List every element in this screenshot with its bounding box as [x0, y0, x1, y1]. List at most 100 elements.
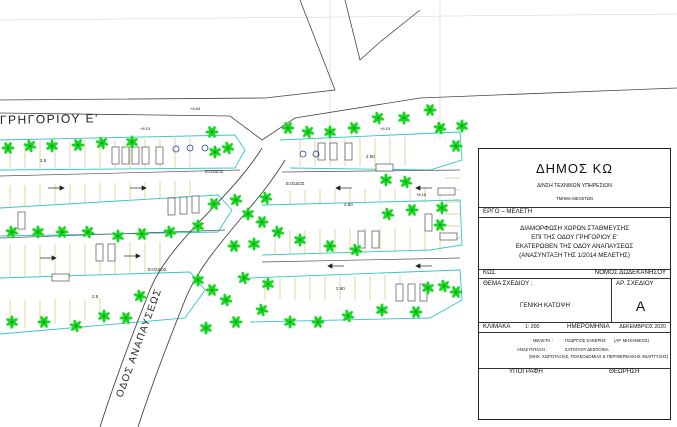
- tree-icon: [112, 229, 124, 243]
- tree-icon: [456, 119, 468, 133]
- exit-label: ΕΞΟΔΟΣ: [148, 267, 167, 272]
- date-label: ΗΜΕΡΟΜΗΝΙΑ: [567, 323, 610, 330]
- tree-icon: [227, 240, 241, 252]
- tree-icon: [399, 175, 413, 189]
- tree-icon: [409, 306, 423, 318]
- tree-icon: [347, 122, 361, 134]
- width-label: 2.50: [366, 154, 375, 159]
- tree-icon: [281, 122, 295, 134]
- grid-lines: [0, 0, 677, 140]
- tree-icon: [163, 225, 177, 239]
- project-label: ΕΡΓΟ – ΜΕΛΕΤΗ: [483, 208, 533, 215]
- tree-icon: [381, 207, 395, 221]
- tree-icon: [55, 226, 69, 238]
- road-label-grigoriou: ΓΡΗΓΟΡΙΟΥ Ε': [0, 111, 99, 127]
- header-section: ΔΗΜΟΣ ΚΩ Δ/ΝΣΗ ΤΕΧΝΙΚΩΝ ΥΠΗΡΕΣΙΩΝ ΤΜΗΜΑ …: [479, 149, 670, 208]
- road-label-anapafseos: ΟΔΟΣ ΑΝΑΠΑΥΣΕΩΣ: [114, 287, 164, 399]
- scale-value: 1: 200: [525, 324, 540, 330]
- tree-icon: [311, 316, 325, 328]
- tree-icon: [71, 139, 85, 151]
- level-label: +8.15: [140, 126, 151, 131]
- signature-label: ΥΠΟΓΡΑΦΗ: [509, 368, 543, 375]
- tree-icon: [449, 286, 463, 298]
- place-label: ΚΩΣ: [483, 269, 496, 276]
- tree-icon: [205, 126, 219, 138]
- tree-icon: [81, 225, 95, 239]
- tree-icon: [237, 271, 251, 285]
- scale-label: ΚΛΙΜΑΚΑ: [483, 323, 511, 330]
- accessible-parking-icon: [172, 144, 320, 158]
- drawing-subject: ΓΕΝΙΚΗ ΚΑΤΟΨΗ: [520, 302, 570, 309]
- directorate-label: Δ/ΝΣΗ ΤΕΧΝΙΚΩΝ ΥΠΗΡΕΣΙΩΝ: [537, 183, 612, 189]
- staff-section: ΜΕΛΕΤΗ : ΓΕΩΡΓΙΟΣ ΣΑΚΕΡΗΣ (ΑΡ. ΜΗΧΑΝΙΚΟΣ…: [479, 332, 670, 369]
- tree-icon: [376, 303, 388, 317]
- municipality-title: ΔΗΜΟΣ ΚΩ: [535, 161, 614, 176]
- tree-icon: [192, 273, 204, 287]
- study-role: (ΑΡ. ΜΗΧΑΝΙΚΟΣ): [614, 338, 649, 343]
- road-boundaries: [0, 0, 677, 141]
- width-label: 2.5: [92, 294, 99, 299]
- tree-icon: [219, 293, 233, 307]
- revision-role: (ΜΗΧ. ΧΩΡΟΤΑΞΙΑΣ, ΠΟΛΕΟΔΟΜΙΑΣ & ΠΕΡΙΦΕΡΕ…: [529, 354, 669, 359]
- exit-label: ΕΞΟΔΟΣ: [205, 169, 224, 174]
- study-label: ΜΕΛΕΤΗ :: [533, 338, 553, 343]
- tree-icon: [5, 225, 19, 239]
- revision-name: ΣΑΤΟΓΛΟΥ ΔΕΣΠΟΙΝΑ: [565, 347, 609, 352]
- tree-icon: [1, 142, 15, 154]
- width-label: 2.50: [336, 286, 345, 291]
- tree-icon: [437, 279, 451, 293]
- tree-icon: [221, 141, 235, 155]
- drawing-number: Α: [635, 298, 646, 314]
- tree-icon: [37, 316, 51, 328]
- tree-icon: [207, 198, 221, 210]
- width-label: 2.5: [40, 158, 47, 163]
- tree-icon: [135, 228, 149, 240]
- tree-icon: [200, 321, 212, 335]
- tree-icon: [294, 233, 306, 247]
- project-line: ΕΚΑΤΕΡΩΘΕΝ ΤΗΣ ΟΔΟΥ ΑΝΑΠΑΥΣΕΩΣ: [515, 243, 634, 250]
- tree-icon: [133, 289, 147, 303]
- level-label: +8.15: [380, 126, 391, 131]
- signature-row: ΥΠΟΓΡΑΦΗ ΘΕΩΡΗΣΗ: [479, 368, 670, 377]
- exit-label: ΕΞΟΔΟΣ: [286, 181, 305, 186]
- tree-icon: [6, 315, 18, 329]
- tree-icon: [324, 125, 336, 139]
- approval-label: ΘΕΩΡΗΣΗ: [609, 368, 640, 375]
- tree-icon: [262, 277, 274, 291]
- title-block: ΔΗΜΟΣ ΚΩ Δ/ΝΣΗ ΤΕΧΝΙΚΩΝ ΥΠΗΡΕΣΙΩΝ ΤΜΗΜΑ …: [478, 148, 671, 420]
- project-line: ΕΠΙ ΤΗΣ ΟΔΟΥ ΓΡΗΓΟΡΙΟΥ Ε': [531, 234, 618, 241]
- tree-icon: [423, 104, 437, 116]
- tree-icon: [436, 201, 448, 215]
- tree-icon: [301, 125, 315, 139]
- tree-icon: [341, 309, 355, 323]
- tree-icon: [229, 316, 243, 328]
- tree-icon: [371, 111, 385, 125]
- width-label: 2.50: [344, 202, 353, 207]
- level-label: +8.65: [190, 106, 201, 111]
- project-line: (ΑΝΑΣΥΝΤΑΞΗ ΤΗΣ 1/2014 ΜΕΛΕΤΗΣ): [519, 252, 630, 259]
- tree-icon: [255, 303, 269, 317]
- tree-icon: [284, 315, 296, 329]
- tree-icon: [380, 173, 392, 187]
- drawing-section: ΘΕΜΑ ΣΧΕΔΙΟΥ : ΑΡ. ΣΧΕΔΙΟΥ ΓΕΝΙΚΗ ΚΑΤΟΨΗ…: [479, 278, 670, 323]
- department-label: ΤΜΗΜΑ ΜΕΛΕΤΩΝ: [556, 196, 593, 201]
- revision-label: ΑΝΑΣΥΝΤΑΞΗ :: [517, 347, 548, 352]
- study-name: ΓΕΩΡΓΙΟΣ ΣΑΚΕΡΗΣ: [565, 338, 606, 343]
- date-value: ΔΕΚΕΜΒΡΙΟΣ 2020: [619, 324, 666, 330]
- project-section: ΔΙΑΜΟΡΦΩΣΗ ΧΩΡΩΝ ΣΤΑΘΜΕΥΣΗΣ ΕΠΙ ΤΗΣ ΟΔΟΥ…: [479, 217, 670, 270]
- prefecture-label: ΝΟΜΟΣ ΔΩΔΕΚΑΝΗΣΟΥ: [594, 269, 666, 276]
- tree-icon: [323, 240, 337, 252]
- tree-icon: [229, 193, 243, 207]
- drawing-subject-label: ΘΕΜΑ ΣΧΕΔΙΟΥ :: [483, 280, 533, 287]
- tree-icon: [271, 225, 285, 239]
- tree-icon: [98, 309, 110, 323]
- tree-icon: [405, 204, 419, 216]
- tree-icon: [255, 216, 269, 228]
- drawing-number-label: ΑΡ. ΣΧΕΔΙΟΥ: [616, 280, 654, 287]
- tree-icon: [242, 207, 254, 221]
- tree-icon: [46, 139, 58, 153]
- tree-icon: [209, 145, 221, 159]
- tree-icon: [69, 319, 83, 333]
- tree-icon: [205, 284, 219, 296]
- tree-icon: [398, 111, 410, 125]
